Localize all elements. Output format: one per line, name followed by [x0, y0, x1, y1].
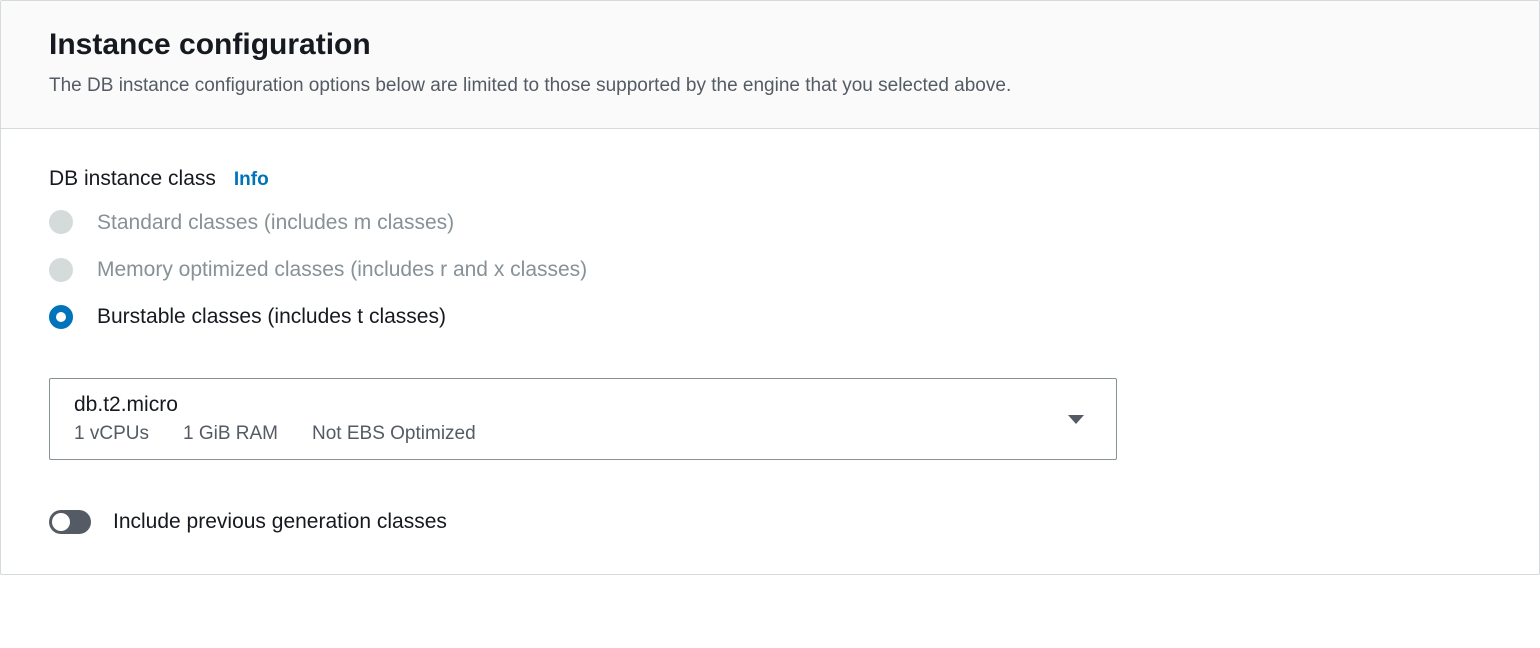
db-instance-class-label: DB instance class: [49, 167, 216, 191]
instance-configuration-panel: Instance configuration The DB instance c…: [0, 0, 1540, 575]
instance-class-radio-group: Standard classes (includes m classes) Me…: [49, 209, 1491, 331]
previous-gen-toggle-row: Include previous generation classes: [49, 510, 1491, 534]
radio-burstable-classes[interactable]: Burstable classes (includes t classes): [49, 303, 1491, 330]
radio-label-standard: Standard classes (includes m classes): [97, 209, 454, 236]
instance-class-select[interactable]: db.t2.micro 1 vCPUs 1 GiB RAM Not EBS Op…: [49, 378, 1117, 460]
panel-description: The DB instance configuration options be…: [49, 73, 1491, 100]
info-link[interactable]: Info: [234, 169, 269, 191]
radio-icon: [49, 258, 73, 282]
panel-body: DB instance class Info Standard classes …: [1, 129, 1539, 575]
select-value: db.t2.micro: [74, 393, 476, 417]
previous-gen-toggle-label: Include previous generation classes: [113, 510, 447, 534]
select-meta: 1 vCPUs 1 GiB RAM Not EBS Optimized: [74, 423, 476, 445]
radio-label-burstable: Burstable classes (includes t classes): [97, 303, 446, 330]
panel-title: Instance configuration: [49, 27, 1491, 63]
radio-label-memory: Memory optimized classes (includes r and…: [97, 256, 587, 283]
radio-icon: [49, 210, 73, 234]
field-label-row: DB instance class Info: [49, 167, 1491, 191]
radio-icon-selected: [49, 305, 73, 329]
select-content: db.t2.micro 1 vCPUs 1 GiB RAM Not EBS Op…: [74, 393, 476, 445]
select-ebs: Not EBS Optimized: [312, 423, 476, 445]
toggle-knob: [52, 513, 70, 531]
chevron-down-icon: [1068, 415, 1084, 424]
panel-header: Instance configuration The DB instance c…: [1, 1, 1539, 129]
select-vcpus: 1 vCPUs: [74, 423, 149, 445]
select-ram: 1 GiB RAM: [183, 423, 278, 445]
previous-gen-toggle[interactable]: [49, 510, 91, 534]
radio-standard-classes: Standard classes (includes m classes): [49, 209, 1491, 236]
radio-memory-optimized-classes: Memory optimized classes (includes r and…: [49, 256, 1491, 283]
